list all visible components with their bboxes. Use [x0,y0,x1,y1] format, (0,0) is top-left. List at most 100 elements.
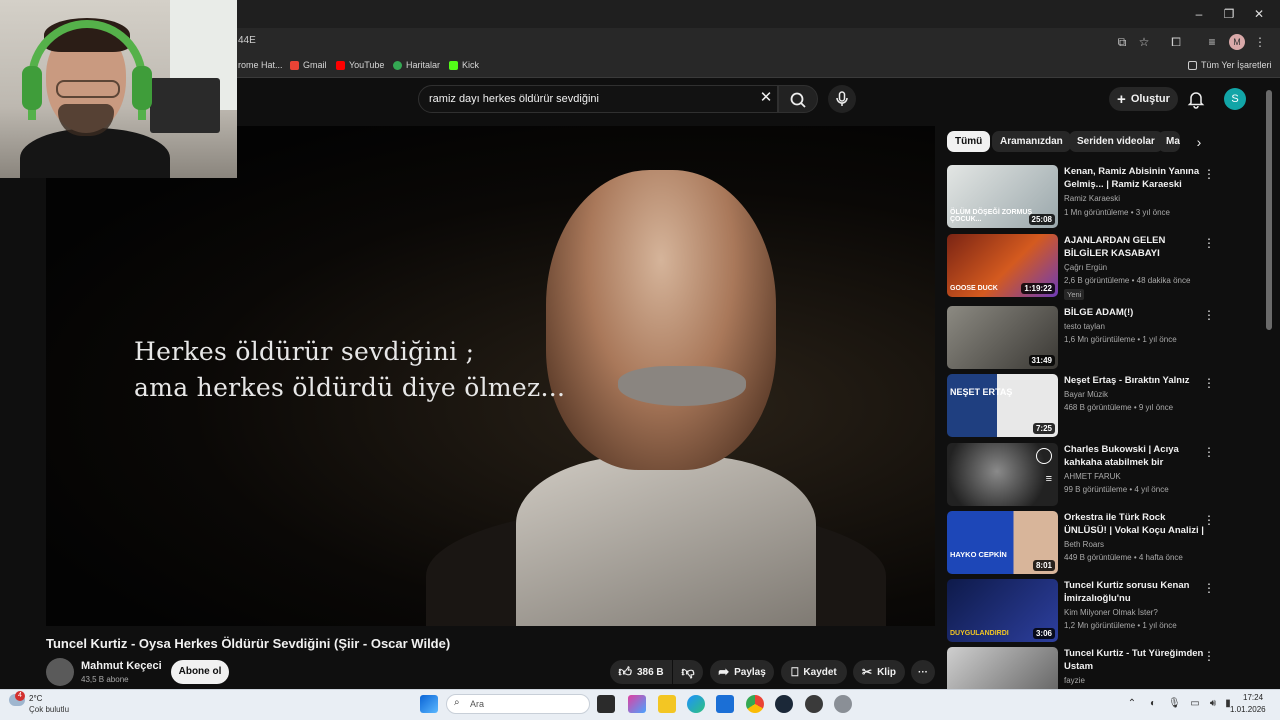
like-button[interactable]: 👍︎ 386 B [610,660,672,684]
account-avatar[interactable]: S [1224,88,1246,110]
url-text[interactable]: 44E [238,35,256,46]
install-app-icon[interactable]: ⧉ [1114,34,1130,50]
video-thumbnail[interactable]: NEŞET ERTAŞ 7:25 [947,374,1058,437]
search-query-text[interactable]: ramiz dayı herkes öldürür sevdiğini [429,93,599,105]
store-icon[interactable] [716,695,734,713]
channel-name[interactable]: Mahmut Keçeci [81,660,162,672]
chrome-icon[interactable] [746,695,764,713]
extensions-icon[interactable]: ⧠ [1168,34,1184,50]
microphone-icon[interactable]: 🎙︎ [1168,698,1181,710]
recommendation-title[interactable]: Neşet Ertaş - Bıraktın Yalnız [1064,374,1204,387]
taskbar-search-placeholder[interactable]: Ara [470,699,484,709]
chip-all[interactable]: Tümü [947,131,991,152]
add-to-queue-icon[interactable]: ≡ [1046,473,1052,485]
create-button[interactable]: + Oluştur [1109,87,1178,111]
maximize-button[interactable]: ❐ [1214,4,1244,24]
recommendation-channel[interactable]: testo taylan [1064,322,1105,331]
tray-app-icon[interactable]: ◐ [1147,698,1159,710]
recommendation-item[interactable]: Tuncel Kurtiz - Tut Yüreğimden Ustam fay… [947,647,1217,689]
channel-avatar[interactable] [46,658,74,686]
bookmark-item[interactable]: rome Hat... [238,60,283,70]
recommendation-title[interactable]: Charles Bukowski | Acıya kahkaha atabilm… [1064,443,1204,470]
bookmark-star-icon[interactable]: ☆ [1136,34,1152,50]
voice-search-button[interactable] [828,85,856,113]
more-vertical-icon[interactable]: ⋮ [1203,376,1215,390]
more-vertical-icon[interactable]: ⋮ [1203,581,1215,595]
profile-avatar[interactable]: M [1229,34,1245,50]
video-thumbnail[interactable]: HAYKO CEPKİN 8:01 [947,511,1058,574]
more-vertical-icon[interactable]: ⋮ [1203,445,1215,459]
notifications-button[interactable] [1185,88,1207,110]
windows-start-icon[interactable] [420,695,438,713]
network-icon[interactable]: ▭ [1189,698,1201,710]
more-actions-button[interactable]: ··· [911,660,935,684]
bookmark-maps[interactable]: Haritalar [393,60,440,70]
recommendation-title[interactable]: Tuncel Kurtiz - Tut Yüreğimden Ustam [1064,647,1204,673]
clear-search-icon[interactable]: ✕ [757,89,775,107]
task-view-icon[interactable] [597,695,615,713]
more-vertical-icon[interactable]: ⋮ [1203,308,1215,322]
clip-button[interactable]: ✂ Klip [853,660,905,684]
recommendation-title[interactable]: BİLGE ADAM(!) [1064,306,1204,319]
chip-from-search[interactable]: Aramanızdan [992,131,1071,152]
recommendation-item[interactable]: HAYKO CEPKİN 8:01 Orkestra ile Türk Rock… [947,511,1217,577]
recommendation-title[interactable]: AJANLARDAN GELEN BİLGİLER KASABAYI TEHLİ… [1064,234,1204,261]
page-scrollbar[interactable] [1266,90,1272,330]
search-button[interactable] [778,85,818,113]
save-button[interactable]: ⎕ Kaydet [781,660,847,684]
settings-gear-icon[interactable] [834,695,852,713]
chevron-up-icon[interactable]: ⌃ [1126,698,1138,710]
close-window-button[interactable]: ✕ [1244,4,1274,24]
watch-later-icon[interactable] [1036,448,1052,464]
recommendation-channel[interactable]: Ramiz Karaeski [1064,194,1120,203]
video-thumbnail[interactable]: 31:49 [947,306,1058,369]
bookmark-youtube[interactable]: YouTube [336,60,384,70]
recommendation-channel[interactable]: Kim Milyoner Olmak İster? [1064,608,1158,617]
recommendation-channel[interactable]: AHMET FARUK [1064,472,1121,481]
recommendation-channel[interactable]: fayzie [1064,676,1085,685]
weather-temperature[interactable]: 2°C [29,694,42,703]
taskbar-search[interactable] [446,694,590,714]
more-vertical-icon[interactable]: ⋮ [1203,513,1215,527]
recommendation-title[interactable]: Kenan, Ramiz Abisinin Yanına Gelmiş... |… [1064,165,1204,191]
video-thumbnail[interactable]: GOOSE DUCK 1:19:22 [947,234,1058,297]
recommendation-channel[interactable]: Bayar Müzik [1064,390,1108,399]
volume-icon[interactable]: 🔊︎ [1207,698,1219,710]
weather-description[interactable]: Çok bulutlu [29,705,69,714]
recommendation-item[interactable]: NEŞET ERTAŞ 7:25 Neşet Ertaş - Bıraktın … [947,374,1217,440]
recommendation-item[interactable]: ÖLÜM DÖŞEĞİ ZORMUŞ ÇOCUK... 25:08 Kenan,… [947,165,1217,231]
video-player[interactable]: Herkes öldürür sevdiğini ; ama herkes öl… [46,126,935,626]
recommendation-title[interactable]: Orkestra ile Türk Rock ÜNLÜSÜ! | Vokal K… [1064,511,1204,538]
media-control-icon[interactable]: ≡ [1204,34,1220,50]
steam-icon[interactable] [775,695,793,713]
video-thumbnail[interactable] [947,647,1058,689]
chip-series[interactable]: Seriden videolar [1069,131,1163,152]
dislike-button[interactable]: 👎︎ [673,660,703,684]
clock-date[interactable]: 1.01.2026 [1230,705,1266,714]
chip-more[interactable]: Ma [1158,131,1180,152]
file-explorer-icon[interactable] [658,695,676,713]
browser-menu-icon[interactable]: ⋮ [1252,34,1268,50]
video-thumbnail[interactable]: ≡ [947,443,1058,506]
obs-icon[interactable] [805,695,823,713]
recommendation-title[interactable]: Tuncel Kurtiz sorusu Kenan İmirzalıoğlu'… [1064,579,1204,606]
share-button[interactable]: ➦ Paylaş [710,660,774,684]
video-thumbnail[interactable]: ÖLÜM DÖŞEĞİ ZORMUŞ ÇOCUK... 25:08 [947,165,1058,228]
all-bookmarks-folder[interactable]: Tüm Yer İşaretleri [1188,60,1272,70]
more-vertical-icon[interactable]: ⋮ [1203,236,1215,250]
recommendation-item[interactable]: ≡ Charles Bukowski | Acıya kahkaha atabi… [947,443,1217,509]
copilot-icon[interactable] [628,695,646,713]
bookmark-kick[interactable]: Kick [449,60,479,70]
recommendation-channel[interactable]: Çağrı Ergün [1064,263,1107,272]
edge-icon[interactable] [687,695,705,713]
recommendation-item[interactable]: 31:49 BİLGE ADAM(!) testo taylan 1,6 Mn … [947,306,1217,372]
minimize-button[interactable]: – [1184,4,1214,24]
more-vertical-icon[interactable]: ⋮ [1203,167,1215,181]
subscribe-button[interactable]: Abone ol [171,660,229,684]
bookmark-gmail[interactable]: Gmail [290,60,327,70]
clock-time[interactable]: 17:24 [1243,693,1263,702]
recommendation-item[interactable]: GOOSE DUCK 1:19:22 AJANLARDAN GELEN BİLG… [947,234,1217,300]
more-vertical-icon[interactable]: ⋮ [1203,649,1215,663]
recommendation-item[interactable]: DUYGULANDIRDI 3:06 Tuncel Kurtiz sorusu … [947,579,1217,645]
recommendation-channel[interactable]: Beth Roars [1064,540,1104,549]
